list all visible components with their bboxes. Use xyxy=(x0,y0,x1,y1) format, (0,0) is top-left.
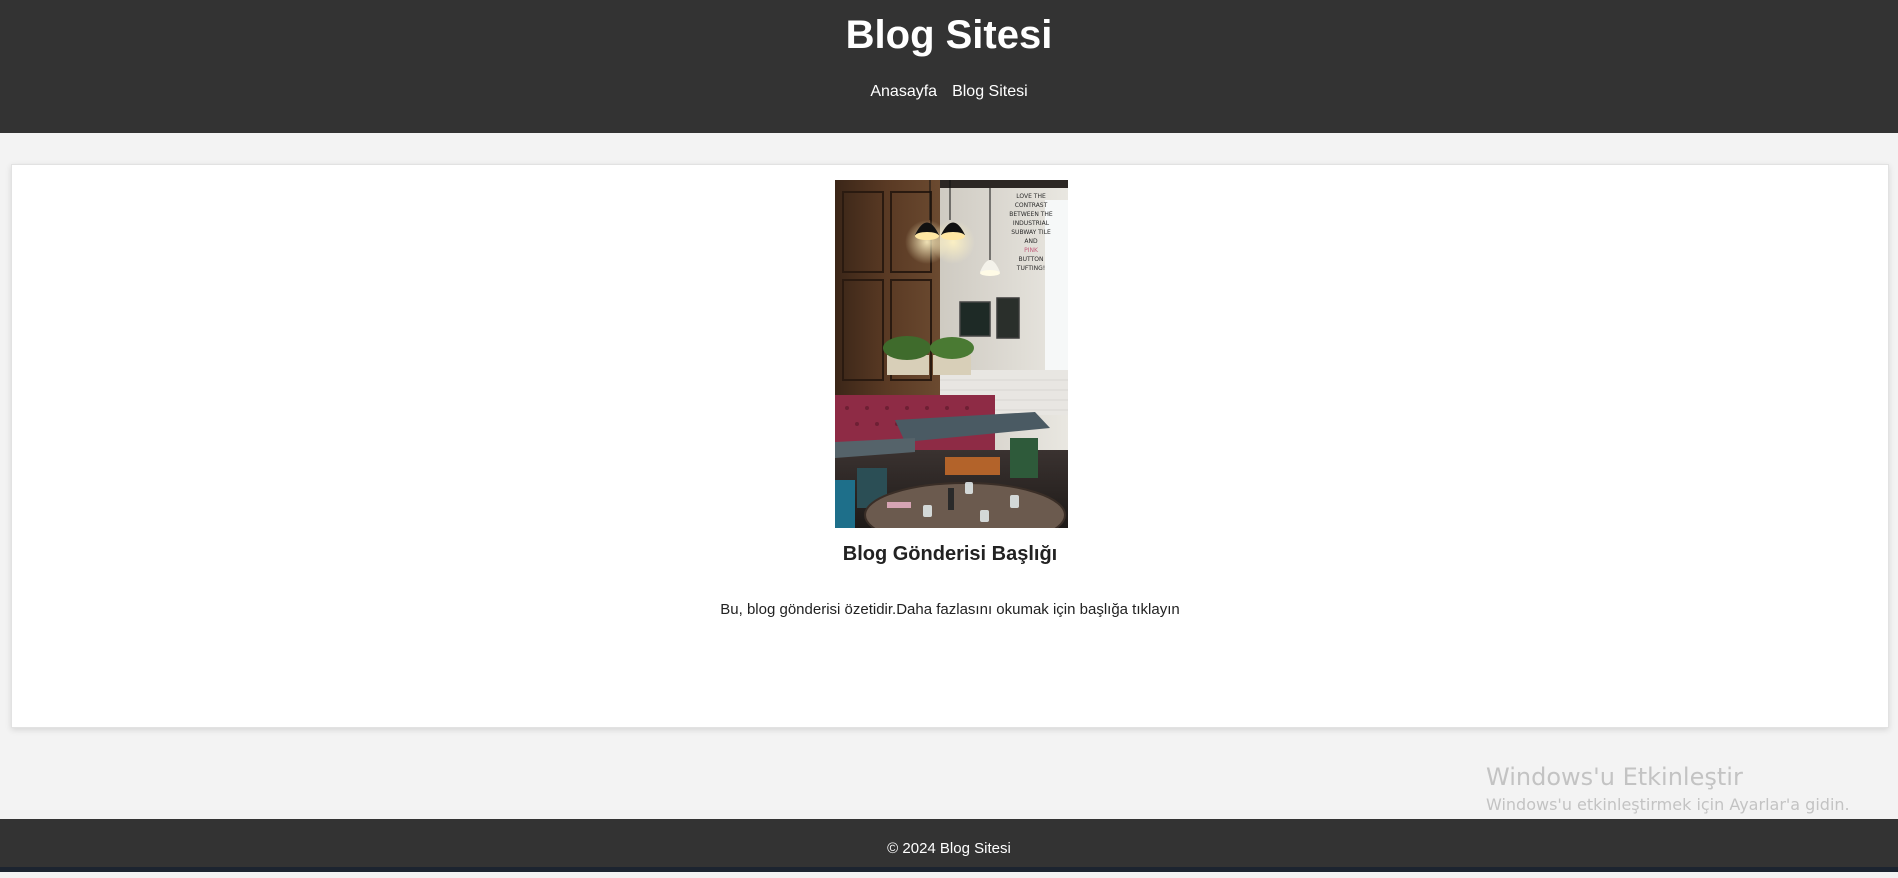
wall-text-line: INDUSTRIAL xyxy=(1013,220,1050,227)
wall-text-line: BETWEEN THE xyxy=(1009,211,1053,218)
wall-text-line: CONTRAST xyxy=(1015,202,1048,209)
windows-activation-watermark: Windows'u Etkinleştir Windows'u etkinleş… xyxy=(1486,762,1850,816)
wall-text-line: AND xyxy=(1024,238,1038,245)
post-image[interactable]: LOVE THE CONTRAST BETWEEN THE INDUSTRIAL… xyxy=(835,180,1068,528)
post-title-link[interactable]: Blog Gönderisi Başlığı xyxy=(843,543,1057,565)
blog-post-card: LOVE THE CONTRAST BETWEEN THE INDUSTRIAL… xyxy=(11,164,1889,728)
post-excerpt: Bu, blog gönderisi özetidir.Daha fazlası… xyxy=(720,601,1180,618)
watermark-title: Windows'u Etkinleştir xyxy=(1486,763,1743,791)
restaurant-photo: LOVE THE CONTRAST BETWEEN THE INDUSTRIAL… xyxy=(835,180,1068,528)
post-title: Blog Gönderisi Başlığı xyxy=(12,542,1888,566)
watermark-subtitle: Windows'u etkinleştirmek için Ayarlar'a … xyxy=(1486,795,1850,814)
nav-link-blog[interactable]: Blog Sitesi xyxy=(952,82,1028,102)
site-header: Blog Sitesi Anasayfa Blog Sitesi xyxy=(0,0,1898,133)
wall-text-line: TUFTING! xyxy=(1016,265,1045,272)
main-nav: Anasayfa Blog Sitesi xyxy=(0,82,1898,102)
footer-copyright: © 2024 Blog Sitesi xyxy=(887,840,1011,857)
wall-text-line: SUBWAY TILE xyxy=(1011,229,1051,236)
site-footer: © 2024 Blog Sitesi xyxy=(0,819,1898,867)
bottom-strip xyxy=(0,867,1898,872)
wall-text-line: BUTTON xyxy=(1019,256,1044,263)
wall-text-line: PINK xyxy=(1024,247,1039,254)
site-title: Blog Sitesi xyxy=(845,13,1053,57)
nav-link-home[interactable]: Anasayfa xyxy=(870,82,937,102)
wall-text-line: LOVE THE xyxy=(1016,193,1046,200)
